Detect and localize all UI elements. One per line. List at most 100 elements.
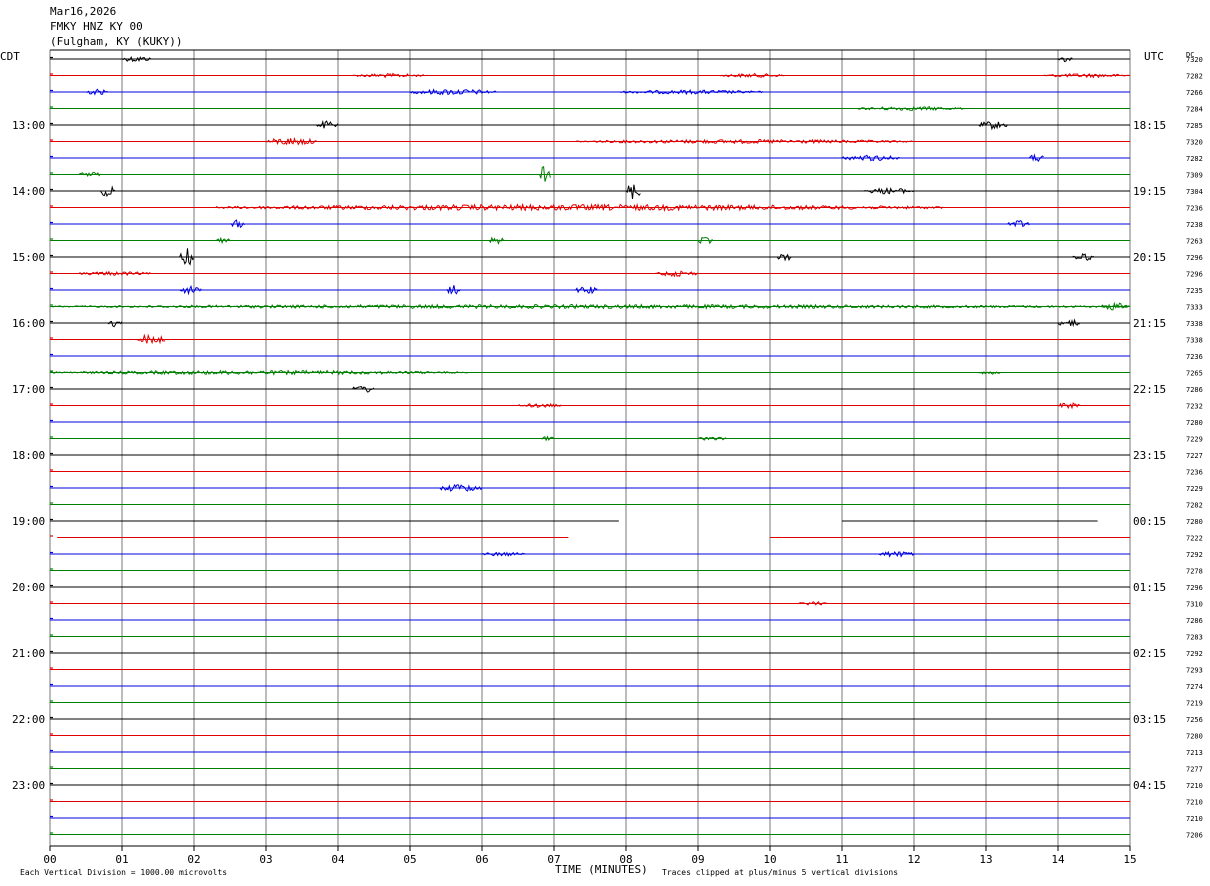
left-hour-label: 19:00	[12, 515, 45, 528]
right-hour-label: 21:15	[1133, 317, 1166, 330]
trace-event	[179, 248, 195, 266]
dc-value: 7296	[1186, 254, 1203, 262]
dc-value: 7213	[1186, 749, 1203, 757]
x-tick-label: 15	[1123, 853, 1136, 866]
x-tick-label: 07	[547, 853, 560, 866]
scale-note: Each Vertical Division = 1000.00 microvo…	[20, 868, 227, 877]
dc-value: 7210	[1186, 799, 1203, 807]
dc-value: 7266	[1186, 89, 1203, 97]
dc-value: 7293	[1186, 667, 1203, 675]
trace-group	[49, 55, 1131, 835]
dc-value: 7274	[1186, 683, 1203, 691]
left-hour-label: 13:00	[12, 119, 45, 132]
trace-event	[575, 286, 598, 295]
dc-value: 7282	[1186, 155, 1203, 163]
x-tick-label: 14	[1051, 853, 1065, 866]
x-tick-label: 12	[907, 853, 920, 866]
dc-value: 7229	[1186, 436, 1203, 444]
x-tick-label: 01	[115, 853, 128, 866]
dc-value: 7338	[1186, 320, 1203, 328]
dc-value: 7232	[1186, 403, 1203, 411]
x-tick-label: 02	[187, 853, 200, 866]
right-hour-label: 19:15	[1133, 185, 1166, 198]
dc-value: 7310	[1186, 601, 1203, 609]
left-hour-label: 17:00	[12, 383, 45, 396]
dc-value: 7206	[1186, 832, 1203, 840]
dc-value: 7280	[1186, 518, 1203, 526]
dc-value: 7236	[1186, 353, 1203, 361]
minute-grid	[49, 49, 1131, 851]
x-tick-label: 04	[331, 853, 345, 866]
dc-value: 7292	[1186, 551, 1203, 559]
left-hour-label: 22:00	[12, 713, 45, 726]
dc-value: 7278	[1186, 568, 1203, 576]
x-tick-label: 00	[43, 853, 56, 866]
x-tick-label: 05	[403, 853, 416, 866]
left-zone-label: CDT	[0, 50, 20, 63]
dc-value: 7309	[1186, 172, 1203, 180]
trace-event	[136, 333, 166, 345]
left-hour-label: 14:00	[12, 185, 45, 198]
right-hour-label: 18:15	[1133, 119, 1166, 132]
right-hour-label: 04:15	[1133, 779, 1166, 792]
x-tick-label: 06	[475, 853, 488, 866]
dc-value: 7282	[1186, 502, 1203, 510]
dc-value: 7304	[1186, 188, 1203, 196]
x-axis-title: TIME (MINUTES)	[555, 863, 648, 876]
dc-value: 7235	[1186, 287, 1203, 295]
dc-value: 7256	[1186, 716, 1203, 724]
x-tick-label: 08	[619, 853, 632, 866]
dc-value: 7280	[1186, 419, 1203, 427]
left-hour-label: 18:00	[12, 449, 45, 462]
dc-value: 7263	[1186, 238, 1203, 246]
trace-event	[618, 89, 764, 96]
left-hour-label: 16:00	[12, 317, 45, 330]
dc-value: 7296	[1186, 584, 1203, 592]
dc-value: 7219	[1186, 700, 1203, 708]
dc-value: 7236	[1186, 205, 1203, 213]
right-hour-label: 00:15	[1133, 515, 1166, 528]
left-hour-label: 21:00	[12, 647, 45, 660]
x-tick-label: 11	[835, 853, 848, 866]
x-tick-label: 09	[691, 853, 704, 866]
dc-value: 7236	[1186, 469, 1203, 477]
left-hour-label: 15:00	[12, 251, 45, 264]
right-zone-label: UTC	[1144, 50, 1164, 63]
trace-event	[625, 184, 641, 199]
x-tick-label: 13	[979, 853, 992, 866]
helicorder-chart: CDT UTC DC TIME (MINUTES) Each Vertical …	[0, 49, 1203, 877]
left-hour-label: 20:00	[12, 581, 45, 594]
trace-event	[445, 285, 461, 295]
dc-value: 7333	[1186, 304, 1203, 312]
dc-value: 7277	[1186, 766, 1203, 774]
trace-event	[719, 72, 785, 79]
dc-value: 7320	[1186, 139, 1203, 147]
x-tick-label: 10	[763, 853, 776, 866]
dc-value: 7285	[1186, 122, 1203, 130]
dc-value: 7280	[1186, 733, 1203, 741]
clip-note: Traces clipped at plus/minus 5 vertical …	[662, 868, 898, 877]
right-hour-label: 02:15	[1133, 647, 1166, 660]
dc-value: 7229	[1186, 485, 1203, 493]
dc-value: 7210	[1186, 782, 1203, 790]
trace-event	[107, 320, 123, 328]
dc-value: 7284	[1186, 106, 1203, 114]
dc-value: 7227	[1186, 452, 1203, 460]
trace-event	[99, 185, 116, 198]
dc-value: 7320	[1186, 56, 1203, 64]
right-hour-label: 03:15	[1133, 713, 1166, 726]
dc-value: 7283	[1186, 634, 1203, 642]
dc-value: 7282	[1186, 73, 1203, 81]
dc-value: 7296	[1186, 271, 1203, 279]
dc-value: 7238	[1186, 221, 1203, 229]
x-tick-label: 03	[259, 853, 272, 866]
trace-event	[1057, 57, 1073, 63]
right-hour-label: 01:15	[1133, 581, 1166, 594]
right-hour-label: 23:15	[1133, 449, 1166, 462]
dc-value: 7286	[1186, 617, 1203, 625]
dc-value: 7222	[1186, 535, 1203, 543]
dc-value: 7338	[1186, 337, 1203, 345]
dc-value: 7210	[1186, 815, 1203, 823]
dc-value: 7292	[1186, 650, 1203, 658]
left-hour-label: 23:00	[12, 779, 45, 792]
